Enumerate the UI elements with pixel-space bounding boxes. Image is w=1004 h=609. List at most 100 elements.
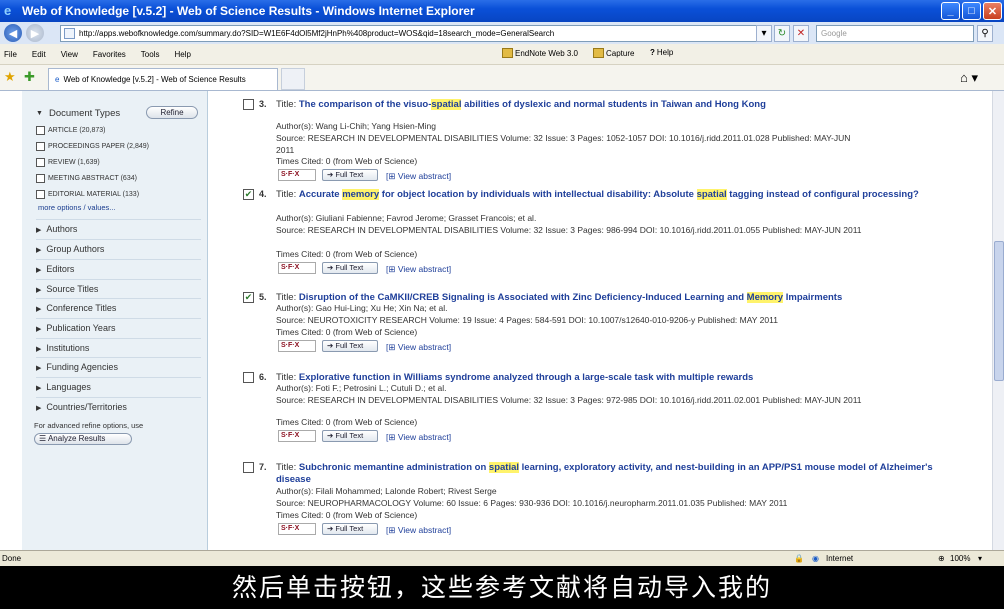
window-title: Web of Knowledge [v.5.2] - Web of Scienc… xyxy=(22,4,475,18)
endnote-button[interactable]: EndNote Web 3.0 xyxy=(502,48,578,58)
sidebar-section-countries[interactable]: ▶ Countries/Territories xyxy=(36,397,201,417)
record-title[interactable]: Title: Subchronic memantine administrati… xyxy=(276,462,966,486)
sfx-button[interactable]: S·F·X xyxy=(278,340,316,352)
menu-favorites[interactable]: Favorites xyxy=(93,50,126,59)
view-abstract-link[interactable]: [⊞ View abstract] xyxy=(386,264,451,275)
stop-button[interactable]: ✕ xyxy=(793,25,809,42)
status-bar: Done 🔒 ◉ Internet ⊕ 100% ▾ xyxy=(0,550,1004,566)
record-authors: Author(s): Foti F.; Petrosini L.; Cutuli… xyxy=(276,383,447,393)
address-dropdown-button[interactable]: ▾ xyxy=(756,25,772,42)
doctype-review[interactable]: REVIEW (1,639) xyxy=(36,158,100,167)
sfx-button[interactable]: S·F·X xyxy=(278,169,316,181)
record-title-text[interactable]: Disruption of the CaMKII/CREB Signaling … xyxy=(299,292,842,303)
sidebar-section-languages[interactable]: ▶ Languages xyxy=(36,377,201,397)
zoom-dropdown-icon[interactable]: ▾ xyxy=(978,554,982,563)
menu-tools[interactable]: Tools xyxy=(141,50,160,59)
record-authors: Author(s): Gao Hui-Ling; Xu He; Xin Na; … xyxy=(276,303,448,313)
search-icon[interactable]: ⚲ xyxy=(977,25,993,42)
doctype-editorial[interactable]: EDITORIAL MATERIAL (133) xyxy=(36,190,139,199)
expand-arrow-icon: ▶ xyxy=(36,346,42,353)
analyze-results-button[interactable]: ☰ Analyze Results xyxy=(34,433,132,445)
sidebar-section-source-titles[interactable]: ▶ Source Titles xyxy=(36,279,201,299)
checkbox[interactable] xyxy=(36,126,45,135)
back-button[interactable]: ◀ xyxy=(4,24,22,42)
tab-bar: ★ ✚ e Web of Knowledge [v.5.2] - Web of … xyxy=(0,65,1004,91)
home-icon[interactable]: ⌂ ▾ xyxy=(960,70,978,86)
section-label: Source Titles xyxy=(46,284,99,294)
record-title[interactable]: Title: The comparison of the visuo-spati… xyxy=(276,99,966,111)
refine-button[interactable]: Refine xyxy=(146,106,198,119)
close-button[interactable]: ✕ xyxy=(983,2,1002,20)
collapse-arrow-icon[interactable]: ▼ xyxy=(36,110,43,117)
sfx-button[interactable]: S·F·X xyxy=(278,523,316,535)
scrollbar-thumb[interactable] xyxy=(994,241,1004,381)
full-text-button[interactable]: ➔ Full Text xyxy=(322,430,378,442)
view-abstract-label: View abstract xyxy=(397,171,449,181)
title-part: spatial xyxy=(488,462,520,473)
view-abstract-link[interactable]: [⊞ View abstract] xyxy=(386,342,451,353)
record-checkbox[interactable]: ✔ xyxy=(243,292,254,303)
record-checkbox[interactable] xyxy=(243,372,254,383)
sidebar-section-conference-titles[interactable]: ▶ Conference Titles xyxy=(36,298,201,318)
minimize-button[interactable]: _ xyxy=(941,2,960,20)
record-checkbox[interactable]: ✔ xyxy=(243,189,254,200)
record-title[interactable]: Title: Accurate memory for object locati… xyxy=(276,189,966,201)
internet-zone-icon: ◉ xyxy=(812,554,819,563)
checkbox[interactable] xyxy=(36,142,45,151)
tab-web-of-knowledge[interactable]: e Web of Knowledge [v.5.2] - Web of Scie… xyxy=(48,68,278,90)
full-text-button[interactable]: ➔ Full Text xyxy=(322,262,378,274)
expand-arrow-icon: ▶ xyxy=(36,267,42,274)
record-title-text[interactable]: The comparison of the visuo-spatial abil… xyxy=(299,99,766,110)
more-options-link[interactable]: more options / values... xyxy=(38,203,116,212)
doctype-article[interactable]: ARTICLE (20,873) xyxy=(36,126,105,135)
new-tab-button[interactable] xyxy=(281,68,305,90)
view-abstract-link[interactable]: [⊞ View abstract] xyxy=(386,432,451,443)
checkbox[interactable] xyxy=(36,190,45,199)
title-bar: e Web of Knowledge [v.5.2] - Web of Scie… xyxy=(0,0,1004,22)
menu-edit[interactable]: Edit xyxy=(32,50,46,59)
sidebar-section-editors[interactable]: ▶ Editors xyxy=(36,259,201,279)
url-field[interactable]: http://apps.webofknowledge.com/summary.d… xyxy=(60,25,772,42)
checkbox[interactable] xyxy=(36,158,45,167)
sidebar-section-authors[interactable]: ▶ Authors xyxy=(36,219,201,239)
zoom-level[interactable]: 100% xyxy=(950,554,970,563)
expand-arrow-icon: ▶ xyxy=(36,365,42,372)
full-text-button[interactable]: ➔ Full Text xyxy=(322,340,378,352)
section-label: Countries/Territories xyxy=(46,402,127,412)
full-text-button[interactable]: ➔ Full Text xyxy=(322,169,378,181)
sidebar-section-institutions[interactable]: ▶ Institutions xyxy=(36,338,201,358)
maximize-button[interactable]: □ xyxy=(962,2,981,20)
title-part: spatial xyxy=(431,99,462,110)
sfx-button[interactable]: S·F·X xyxy=(278,262,316,274)
capture-label: Capture xyxy=(606,48,635,58)
menu-help[interactable]: Help xyxy=(174,50,190,59)
doctype-proceedings[interactable]: PROCEEDINGS PAPER (2,849) xyxy=(36,142,149,151)
record-number: 6. xyxy=(259,372,267,382)
menu-file[interactable]: File xyxy=(4,50,17,59)
sidebar-section-publication-years[interactable]: ▶ Publication Years xyxy=(36,318,201,338)
full-text-button[interactable]: ➔ Full Text xyxy=(322,523,378,535)
capture-button[interactable]: Capture xyxy=(593,48,634,58)
add-favorites-icon[interactable]: ✚ xyxy=(24,69,35,85)
record-checkbox[interactable] xyxy=(243,99,254,110)
refresh-button[interactable]: ↻ xyxy=(774,25,790,42)
vertical-scrollbar[interactable] xyxy=(992,91,1004,550)
sidebar-section-funding-agencies[interactable]: ▶ Funding Agencies xyxy=(36,357,201,377)
view-abstract-link[interactable]: [⊞ View abstract] xyxy=(386,525,451,536)
doctype-meeting-abstract[interactable]: MEETING ABSTRACT (634) xyxy=(36,174,137,183)
sidebar-section-group-authors[interactable]: ▶ Group Authors xyxy=(36,239,201,259)
help-button[interactable]: ? Help xyxy=(650,48,673,57)
page-content: ▼ Document Types Refine ARTICLE (20,873)… xyxy=(0,91,992,550)
search-input[interactable]: Google xyxy=(816,25,974,42)
sfx-button[interactable]: S·F·X xyxy=(278,430,316,442)
view-abstract-link[interactable]: [⊞ View abstract] xyxy=(386,171,451,182)
favorites-star-icon[interactable]: ★ xyxy=(4,69,16,85)
menu-view[interactable]: View xyxy=(61,50,78,59)
record-title-text[interactable]: Subchronic memantine administration on s… xyxy=(276,462,933,485)
record-checkbox[interactable] xyxy=(243,462,254,473)
record-title-text[interactable]: Accurate memory for object location by i… xyxy=(299,189,919,200)
checkbox[interactable] xyxy=(36,174,45,183)
record-title-text[interactable]: Explorative function in Williams syndrom… xyxy=(299,372,753,383)
forward-button[interactable]: ▶ xyxy=(26,24,44,42)
doctype-label: ARTICLE (20,873) xyxy=(48,127,106,134)
